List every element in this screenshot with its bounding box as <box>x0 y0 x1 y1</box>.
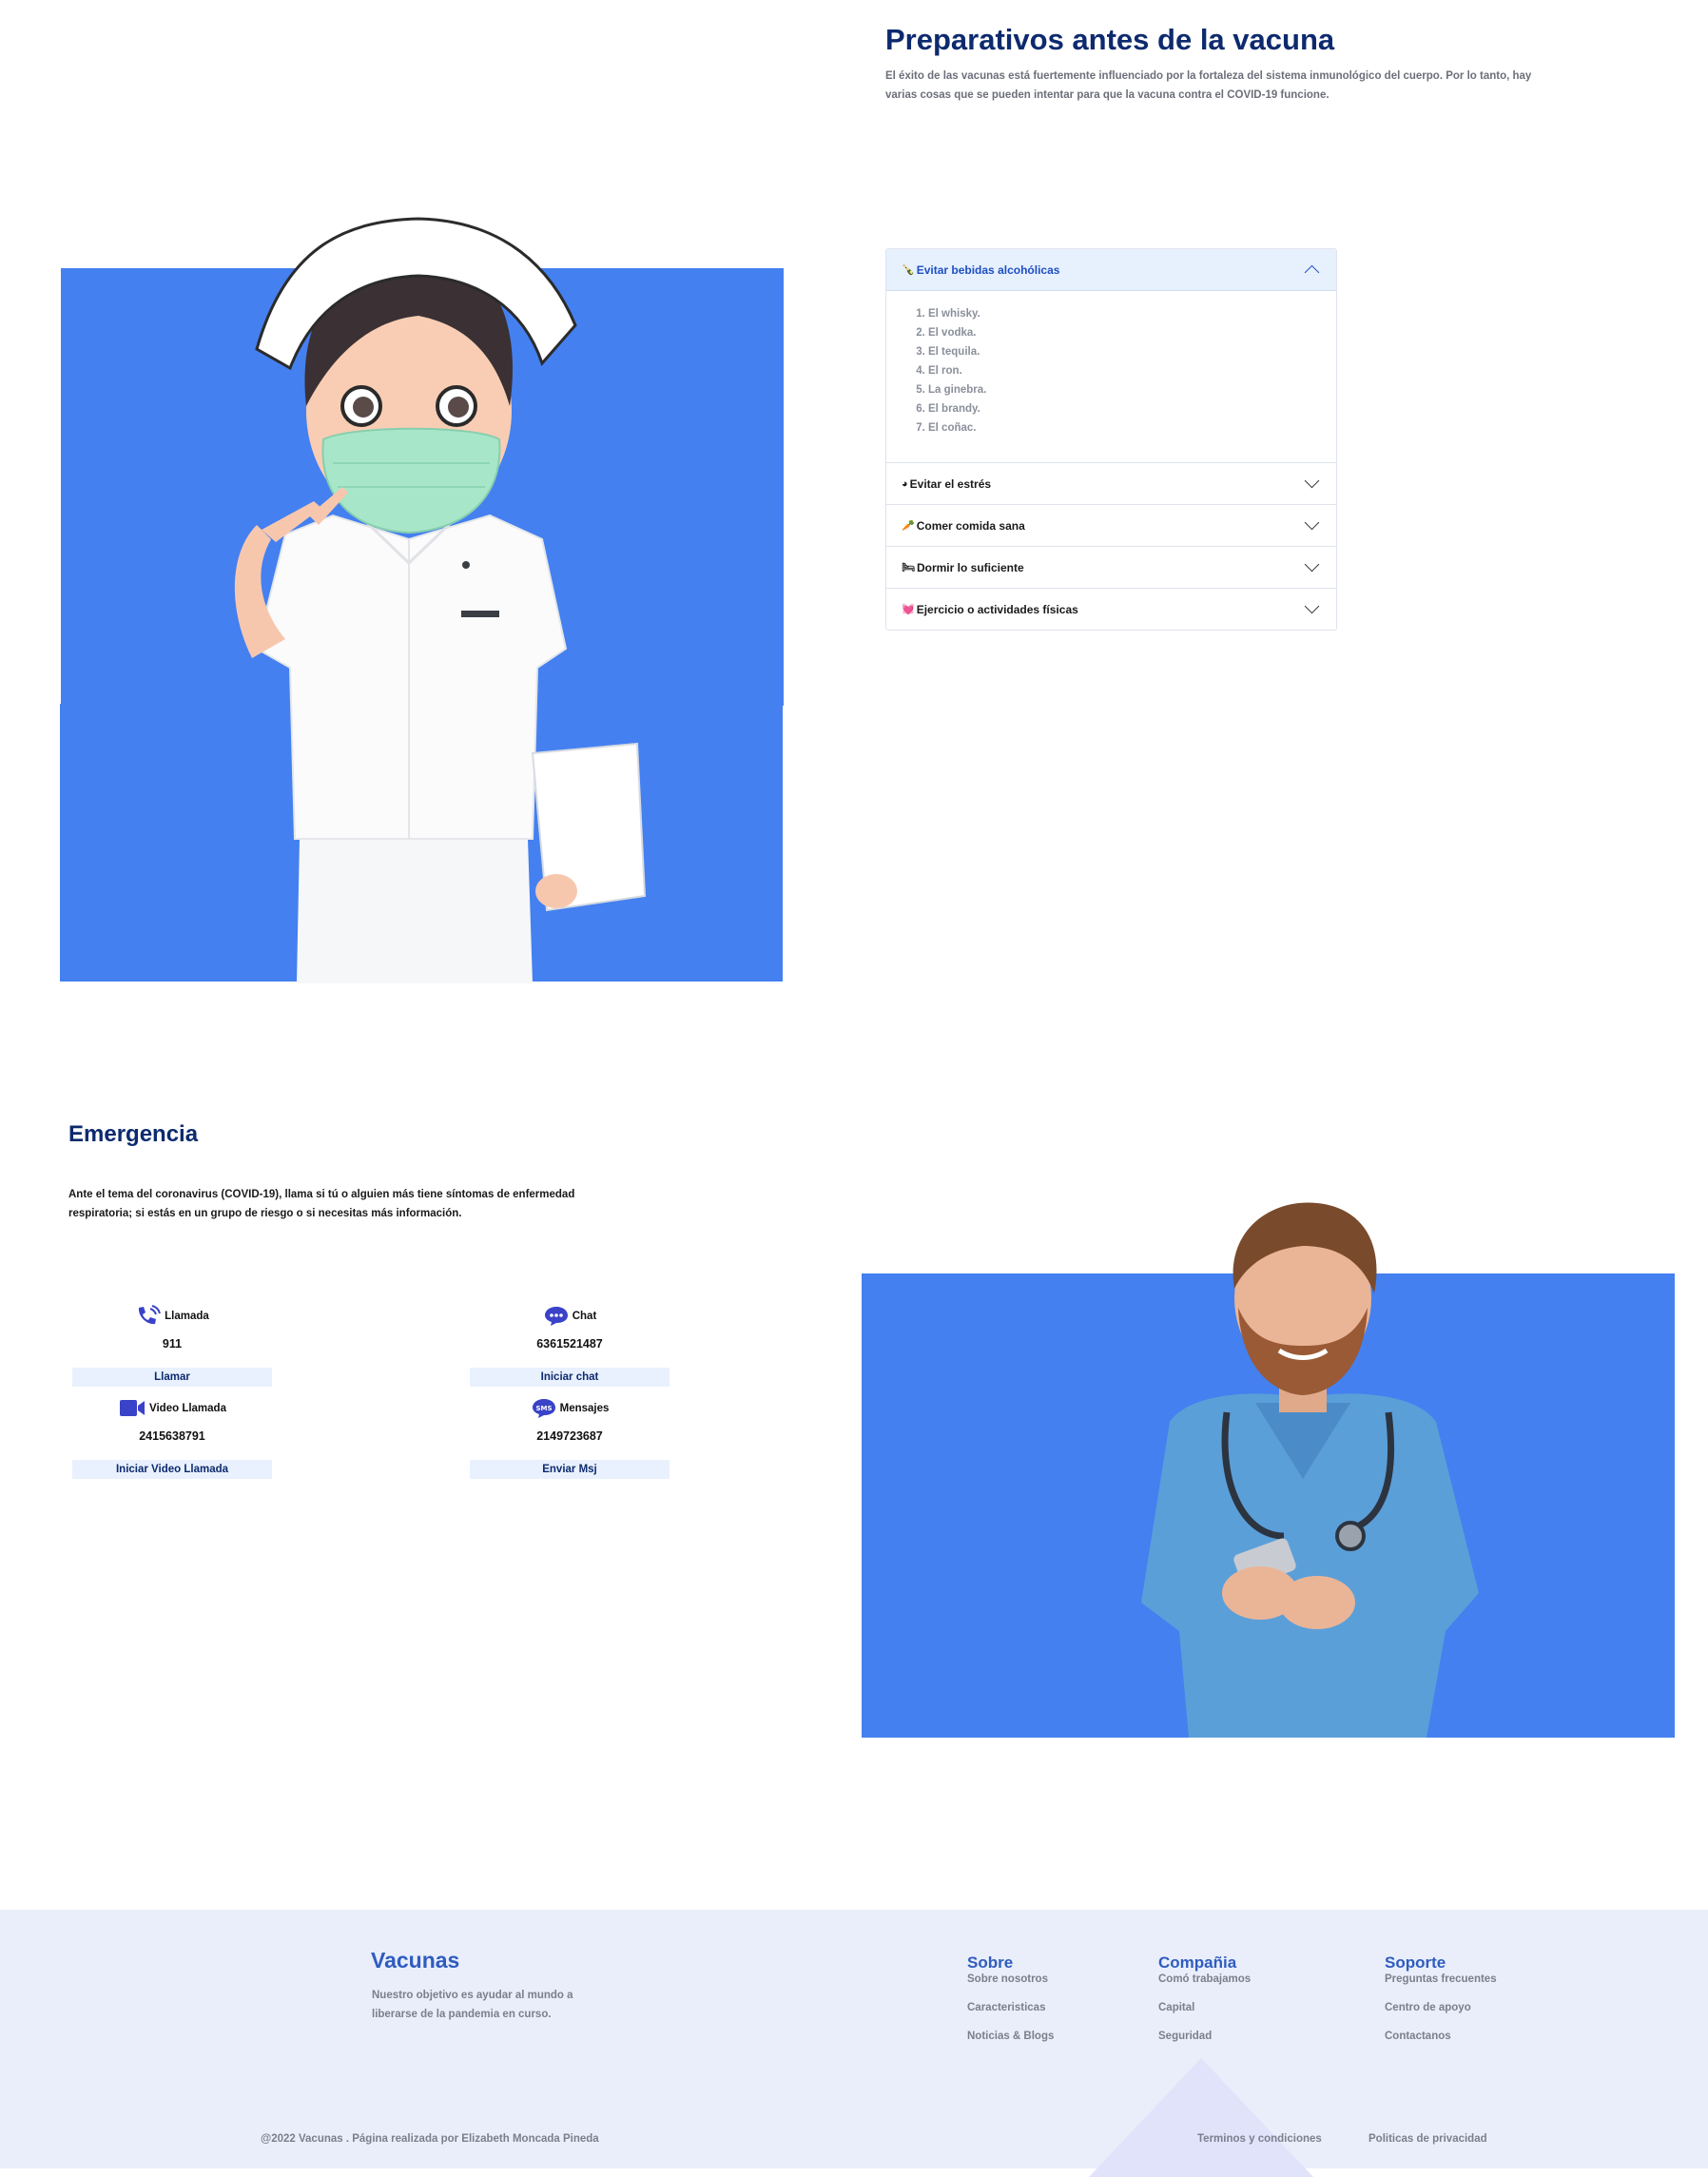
footer-column-soporte: Soporte Preguntas frecuentes Centro de a… <box>1385 1953 1497 2042</box>
nurse-illustration <box>234 217 647 983</box>
chevron-down-icon <box>1304 556 1320 573</box>
list-item: La ginebra. <box>928 380 1336 399</box>
accordion-header-evitar-estres[interactable]: ◕ Evitar el estrés <box>886 462 1336 504</box>
copyright-text: @2022 Vacunas . Página realizada por Eli… <box>261 2133 599 2145</box>
footer-column-title: Sobre <box>967 1953 1014 1972</box>
accordion-panel-evitar-alcohol: El whisky. El vodka. El tequila. El ron.… <box>886 291 1336 462</box>
footer-link[interactable]: Noticias & Blogs <box>967 2031 1054 2042</box>
card-header: Chat <box>470 1305 670 1328</box>
footer-column-title: Compañia <box>1158 1953 1237 1972</box>
card-header: SMS Mensajes <box>470 1397 670 1420</box>
chevron-up-icon <box>1304 264 1320 281</box>
call-button[interactable]: Llamar <box>72 1368 272 1387</box>
section-description-preparativos: El éxito de las vacunas está fuertemente… <box>885 70 1532 101</box>
bed-icon: 🛏 <box>902 562 915 573</box>
doctor-photo <box>1141 1202 1479 1738</box>
list-item: El ron. <box>928 361 1336 380</box>
start-chat-button[interactable]: Iniciar chat <box>470 1368 670 1387</box>
phone-number: 2415638791 <box>139 1429 205 1443</box>
list-item: El whisky. <box>928 304 1336 323</box>
list-item: El tequila. <box>928 342 1336 361</box>
card-header: Video Llamada <box>72 1397 272 1420</box>
accordion-label: Evitar bebidas alcohólicas <box>916 262 1060 277</box>
footer-link[interactable]: Comó trabajamos <box>1158 1973 1251 1985</box>
footer-link[interactable]: Centro de apoyo <box>1385 2002 1497 2013</box>
list-item: El brandy. <box>928 399 1336 418</box>
card-label: Llamada <box>165 1311 209 1322</box>
contact-card-chat: Chat 6361521487 Iniciar chat <box>470 1305 670 1387</box>
contact-card-mensajes: SMS Mensajes 2149723687 Enviar Msj <box>470 1397 670 1479</box>
accordion-header-comida-sana[interactable]: 🥕 Comer comida sana <box>886 504 1336 546</box>
list-item: El vodka. <box>928 323 1336 342</box>
heartbeat-icon: 💓 <box>902 604 915 615</box>
phone-number: 6361521487 <box>536 1337 603 1351</box>
terms-link[interactable]: Terminos y condiciones <box>1197 2133 1322 2145</box>
section-title-preparativos: Preparativos antes de la vacuna <box>885 23 1335 56</box>
footer-brand: Vacunas <box>371 1948 460 1973</box>
chevron-down-icon <box>1304 473 1320 489</box>
decorative-triangle <box>1089 2058 1313 2177</box>
footer-link[interactable]: Seguridad <box>1158 2031 1251 2042</box>
accordion-header-dormir[interactable]: 🛏 Dormir lo suficiente <box>886 546 1336 588</box>
phone-number: 911 <box>162 1337 183 1351</box>
accordion-label: Evitar el estrés <box>909 476 992 491</box>
section-title-emergencia: Emergencia <box>68 1121 199 1147</box>
contact-card-video-llamada: Video Llamada 2415638791 Iniciar Video L… <box>72 1397 272 1479</box>
footer-column-title: Soporte <box>1385 1953 1446 1972</box>
sms-icon: SMS <box>531 1397 557 1420</box>
carrot-icon: 🥕 <box>902 520 915 532</box>
privacy-link[interactable]: Politicas de privacidad <box>1368 2133 1487 2145</box>
accordion-label: Dormir lo suficiente <box>916 560 1024 574</box>
video-camera-icon <box>118 1398 146 1419</box>
svg-text:SMS: SMS <box>535 1405 552 1412</box>
chat-bubble-icon <box>543 1305 570 1328</box>
preparation-accordion: 🍾 Evitar bebidas alcohólicas El whisky. … <box>885 248 1337 631</box>
footer-link[interactable]: Sobre nosotros <box>967 1973 1054 1985</box>
card-label: Video Llamada <box>149 1403 226 1414</box>
contact-card-llamada: Llamada 911 Llamar <box>72 1305 272 1387</box>
wine-bottle-icon: 🍾 <box>902 264 915 276</box>
accordion-label: Comer comida sana <box>916 518 1025 533</box>
start-video-call-button[interactable]: Iniciar Video Llamada <box>72 1460 272 1479</box>
stress-icon: ◕ <box>902 477 908 490</box>
alcohol-list: El whisky. El vodka. El tequila. El ron.… <box>886 304 1336 437</box>
card-label: Chat <box>572 1311 597 1322</box>
chevron-down-icon <box>1304 515 1320 531</box>
footer-link[interactable]: Contactanos <box>1385 2031 1497 2042</box>
footer-link[interactable]: Caracteristicas <box>967 2002 1054 2013</box>
footer-column-sobre: Sobre Sobre nosotros Caracteristicas Not… <box>967 1953 1054 2042</box>
accordion-label: Ejercicio o actividades físicas <box>916 602 1078 616</box>
send-message-button[interactable]: Enviar Msj <box>470 1460 670 1479</box>
phone-call-icon <box>135 1305 162 1328</box>
footer-link[interactable]: Preguntas frecuentes <box>1385 1973 1497 1985</box>
footer-brand-description: Nuestro objetivo es ayudar al mundo a li… <box>372 1990 573 2020</box>
card-label: Mensajes <box>559 1403 610 1414</box>
footer-column-compania: Compañia Comó trabajamos Capital Segurid… <box>1158 1953 1251 2042</box>
accordion-header-evitar-alcohol[interactable]: 🍾 Evitar bebidas alcohólicas <box>886 249 1336 291</box>
phone-number: 2149723687 <box>536 1429 603 1443</box>
footer-link[interactable]: Capital <box>1158 2002 1251 2013</box>
chevron-down-icon <box>1304 598 1320 614</box>
section-description-emergencia: Ante el tema del coronavirus (COVID-19),… <box>68 1189 575 1219</box>
list-item: El coñac. <box>928 418 1336 437</box>
card-header: Llamada <box>72 1305 272 1328</box>
accordion-header-ejercicio[interactable]: 💓 Ejercicio o actividades físicas <box>886 588 1336 630</box>
